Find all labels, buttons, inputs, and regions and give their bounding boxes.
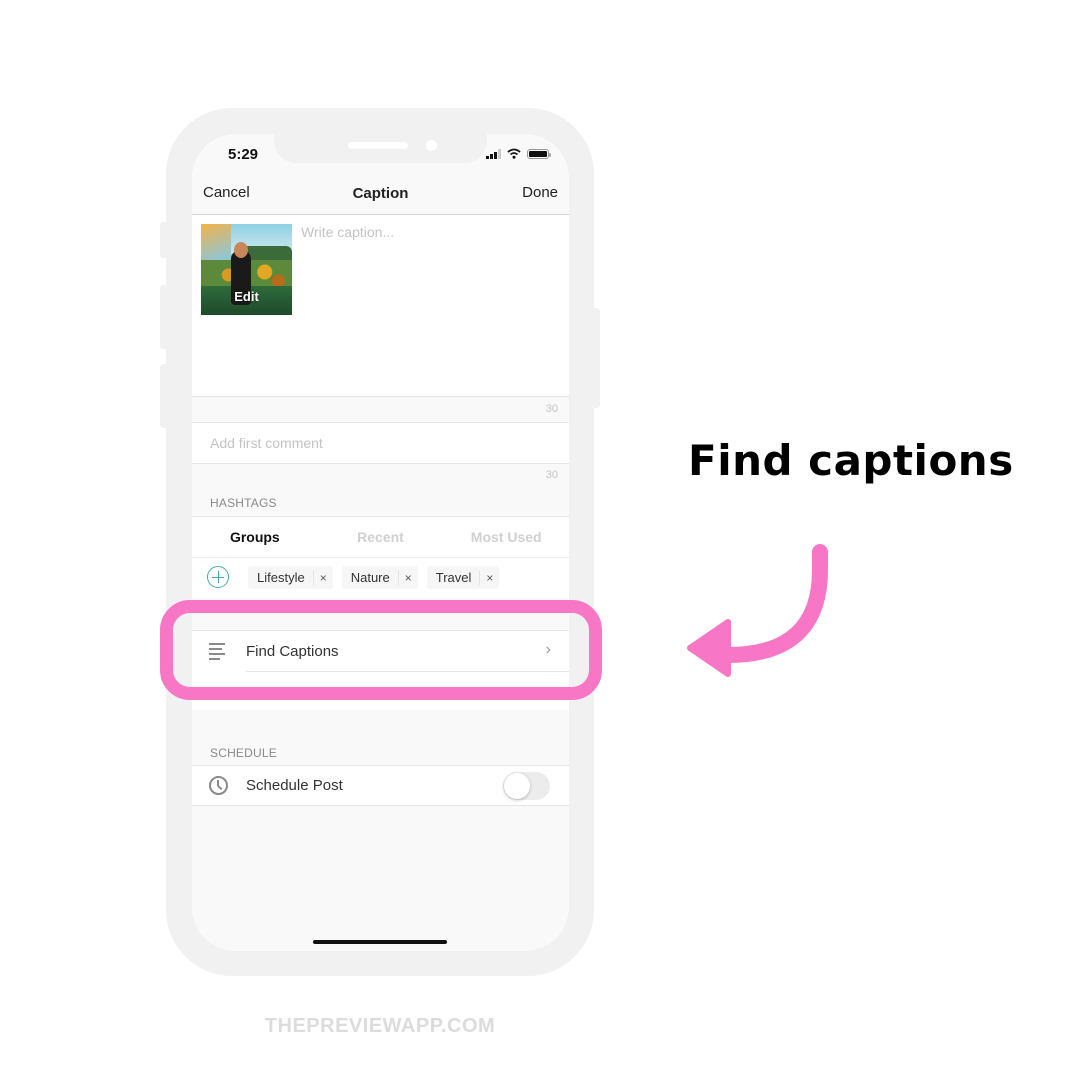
done-button[interactable]: Done (522, 184, 558, 201)
schedule-post-row: Schedule Post (192, 765, 569, 806)
hashtag-chip[interactable]: Nature × (341, 566, 418, 589)
status-icons (486, 148, 551, 159)
hashtags-section-label: HASHTAGS (210, 496, 277, 510)
schedule-post-toggle[interactable] (503, 772, 550, 800)
volume-up-button (160, 285, 168, 349)
cellular-signal-icon (486, 148, 501, 159)
remove-chip-icon[interactable]: × (486, 571, 493, 585)
comment-char-count: 30 (545, 469, 558, 481)
caption-input[interactable] (301, 224, 556, 240)
first-comment-row (192, 422, 569, 464)
tab-most-used[interactable]: Most Used (443, 517, 569, 557)
footer-brand: THEPREVIEWAPP.COM (264, 1015, 496, 1037)
hashtag-groups-row: Lifestyle × Nature × Travel × (192, 558, 569, 598)
volume-down-button (160, 364, 168, 428)
caption-char-count: 30 (545, 403, 558, 415)
hashtag-group-chips: Lifestyle × Nature × Travel × (248, 566, 500, 589)
hashtag-tabs: Groups Recent Most Used (192, 516, 569, 558)
speaker (348, 142, 408, 149)
chip-label: Travel (435, 570, 472, 585)
notch (274, 134, 487, 163)
chip-divider (312, 570, 314, 585)
first-comment-input[interactable] (210, 435, 540, 451)
schedule-post-label: Schedule Post (246, 777, 343, 794)
schedule-section-label: SCHEDULE (210, 746, 277, 760)
tab-groups[interactable]: Groups (192, 517, 318, 557)
find-captions-highlight (160, 600, 602, 700)
annotation-title: Find captions (688, 436, 1014, 485)
front-camera (426, 140, 437, 151)
wifi-icon (507, 148, 521, 159)
page-title: Caption (352, 185, 409, 202)
edit-image-label[interactable]: Edit (201, 289, 292, 304)
caption-area: Edit (192, 215, 569, 397)
add-hashtag-group-icon[interactable] (207, 566, 229, 588)
status-time: 5:29 (228, 146, 259, 163)
mute-switch (160, 222, 168, 258)
remove-chip-icon[interactable]: × (320, 571, 327, 585)
remove-chip-icon[interactable]: × (405, 571, 412, 585)
toggle-knob (504, 773, 530, 799)
power-button (592, 308, 600, 408)
chip-label: Lifestyle (257, 570, 305, 585)
phone-screen: 5:29 Cancel Caption Done Edit 30 30 (192, 134, 569, 951)
curved-arrow-left-icon (687, 544, 828, 677)
tab-recent[interactable]: Recent (318, 517, 444, 557)
chip-divider (397, 570, 399, 585)
hashtag-chip[interactable]: Travel × (426, 566, 500, 589)
clock-icon (209, 776, 228, 795)
post-thumbnail[interactable]: Edit (201, 224, 292, 315)
nav-bar: Cancel Caption Done (192, 174, 569, 215)
chip-divider (479, 570, 481, 585)
home-indicator[interactable] (313, 940, 447, 944)
thumbnail-person-head (234, 242, 248, 258)
chip-label: Nature (350, 570, 390, 585)
battery-icon (527, 148, 551, 159)
hashtag-chip[interactable]: Lifestyle × (248, 566, 333, 589)
